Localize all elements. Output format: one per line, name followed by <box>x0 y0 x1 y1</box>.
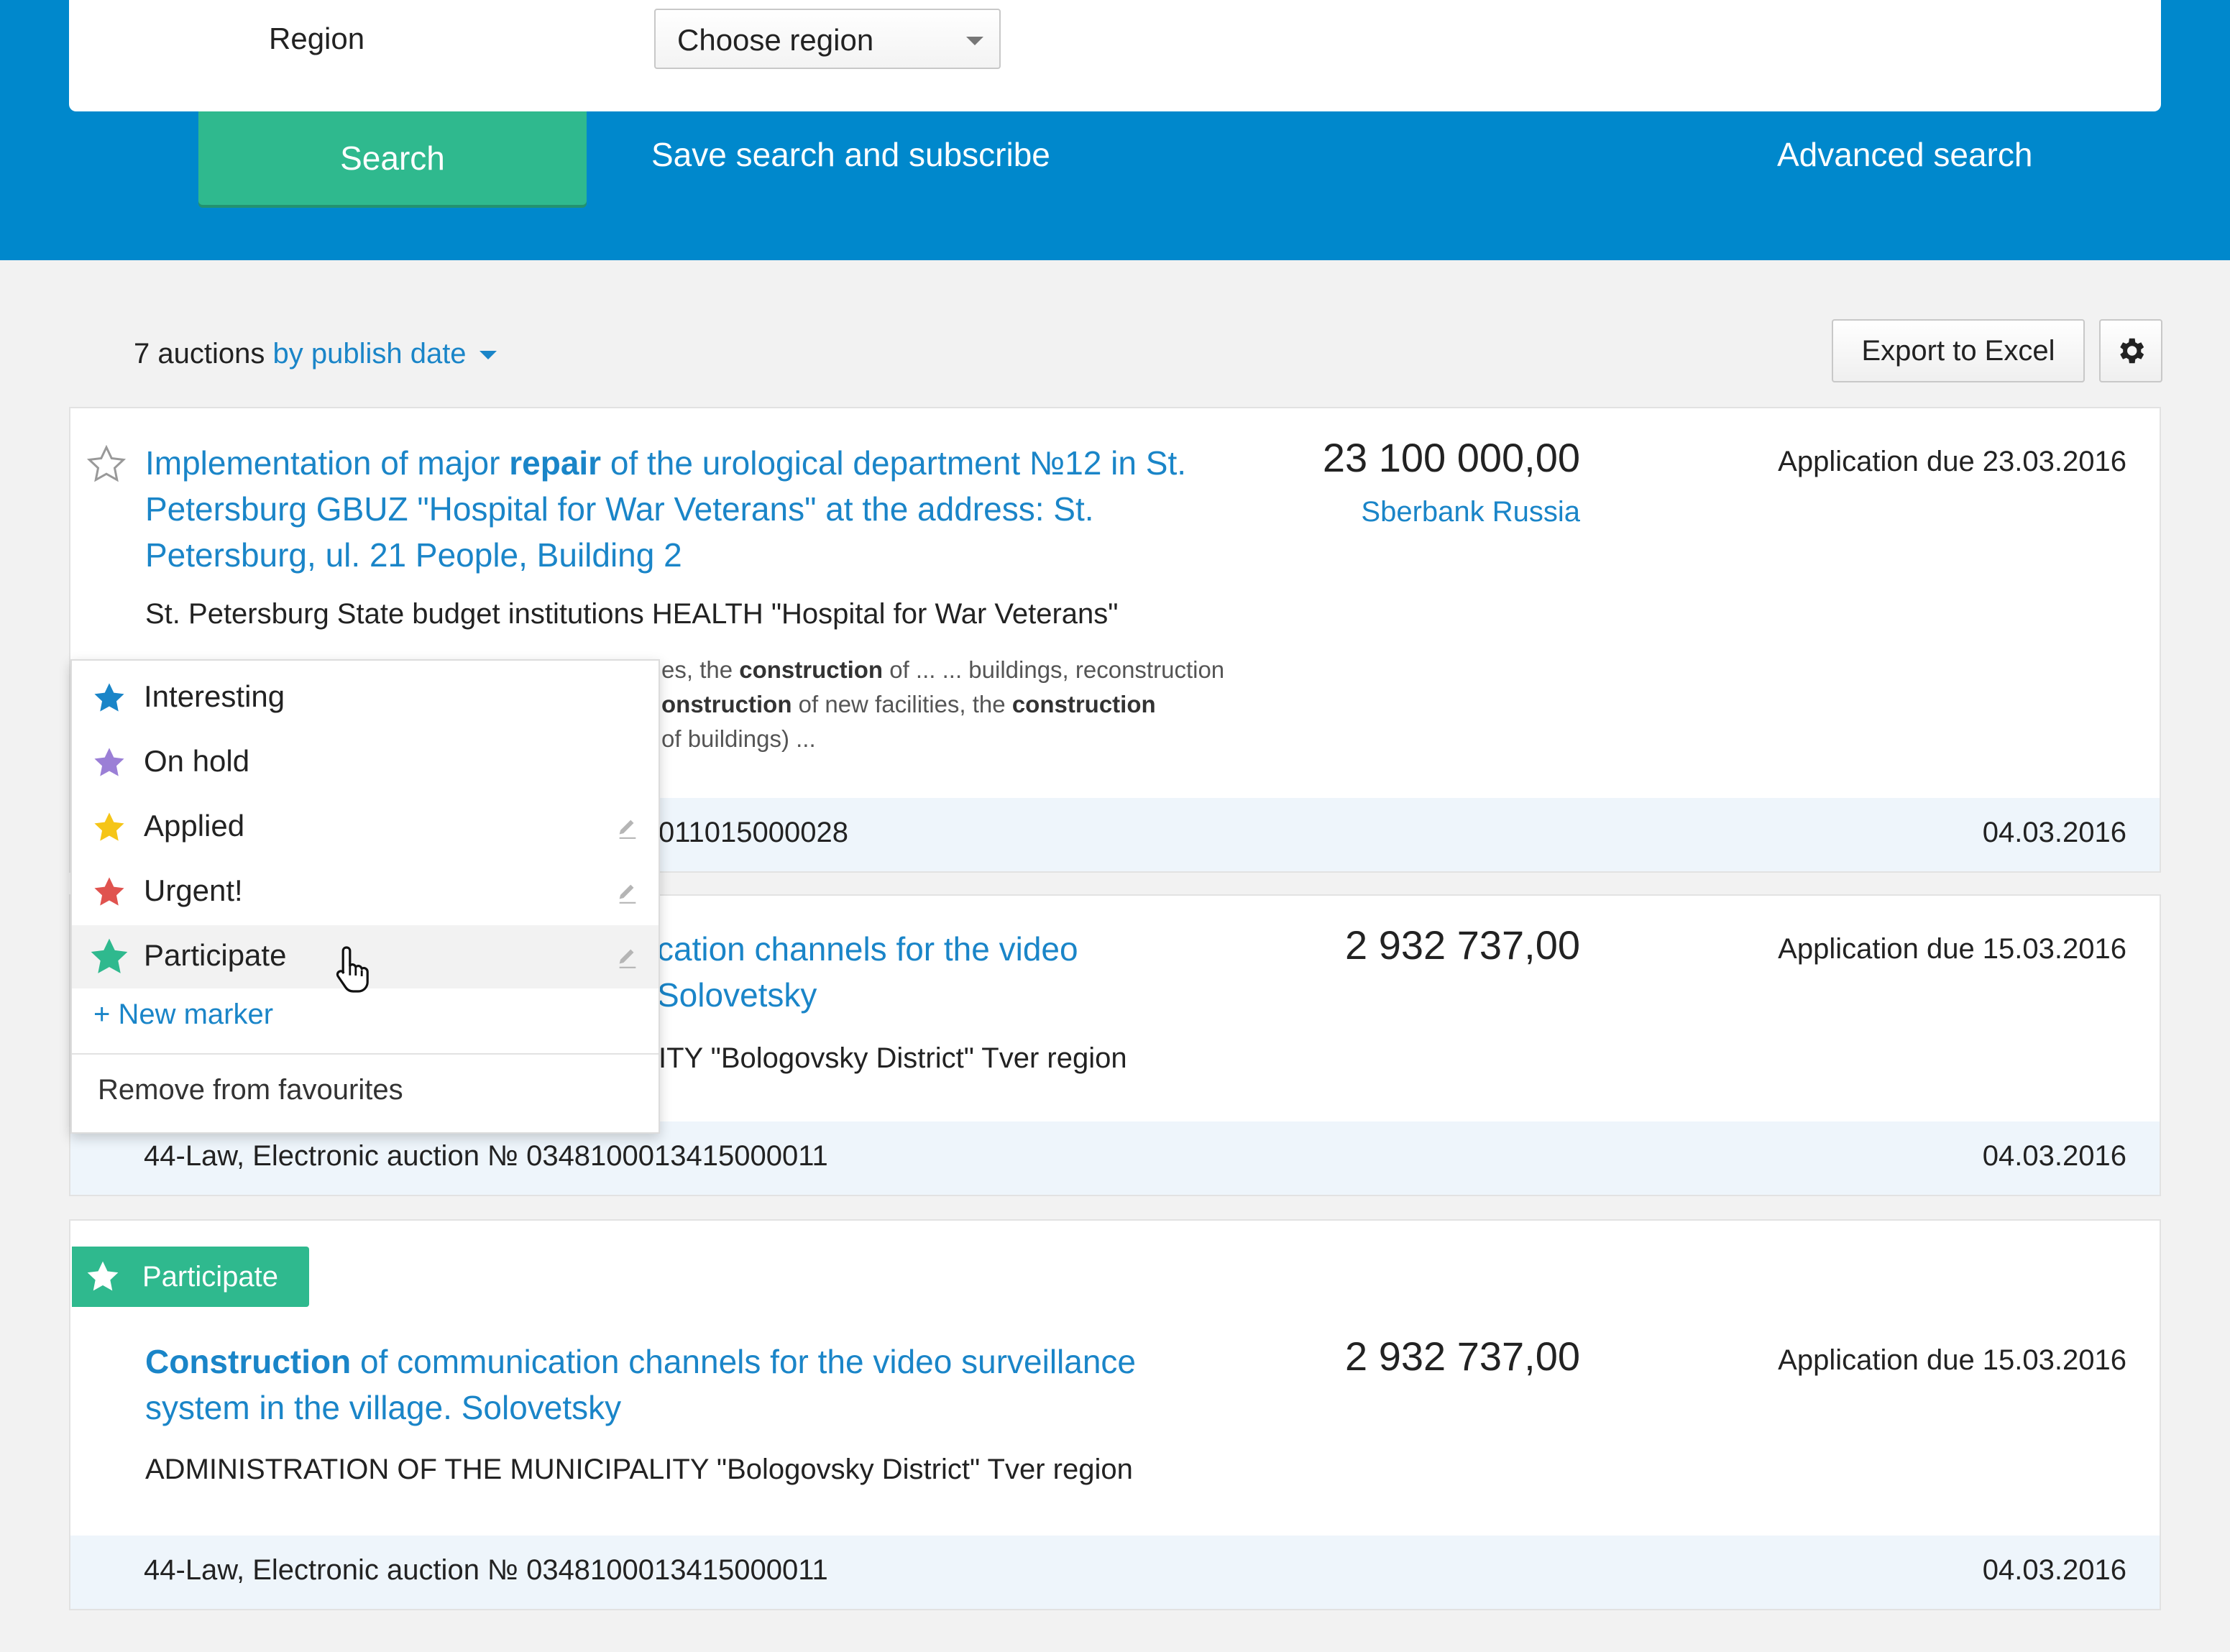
marker-item-interesting[interactable]: Interesting <box>72 666 659 730</box>
star-outline-icon[interactable] <box>85 443 128 486</box>
remove-favourites-item[interactable]: Remove from favourites <box>98 1074 403 1106</box>
customer-name: St. Petersburg State budget institutions… <box>145 598 1119 630</box>
hand-cursor-icon <box>336 946 369 993</box>
star-icon <box>94 748 124 776</box>
filter-card: Region Choose region <box>69 0 2161 111</box>
results-count-bar: 7 auctions by publish date <box>134 338 497 370</box>
auction-price: 2 932 737,00 <box>1345 1334 1580 1379</box>
badge-label: Participate <box>142 1261 278 1293</box>
publish-date: 04.03.2016 <box>1982 1554 2126 1586</box>
chevron-down-icon <box>479 351 497 360</box>
advanced-search-link[interactable]: Advanced search <box>1777 135 2032 174</box>
auction-price: 23 100 000,00 <box>1322 435 1580 480</box>
star-icon <box>91 938 128 973</box>
auction-number: 011015000028 <box>659 817 848 848</box>
auction-title-link[interactable]: Implementation of major repair of the ur… <box>145 440 1367 578</box>
region-label: Region <box>269 22 365 55</box>
pencil-icon[interactable] <box>615 881 640 905</box>
marker-label: On hold <box>144 744 250 778</box>
results-count: 7 auctions <box>134 338 265 370</box>
customer-name: ADMINISTRATION OF THE MUNICIPALITY "Bolo… <box>145 1454 1133 1485</box>
save-search-link[interactable]: Save search and subscribe <box>651 135 1050 174</box>
star-icon <box>94 812 124 841</box>
sort-dropdown[interactable]: by publish date <box>272 338 497 370</box>
marker-item-urgent[interactable]: Urgent! <box>72 861 659 924</box>
marker-item-on-hold[interactable]: On hold <box>72 731 659 794</box>
marker-menu: Interesting On hold Applied Urgent! Part… <box>70 659 660 1134</box>
sort-label: by publish date <box>272 338 467 370</box>
new-marker-link[interactable]: + New marker <box>93 999 273 1031</box>
publish-date: 04.03.2016 <box>1982 817 2126 848</box>
pencil-icon[interactable] <box>615 945 640 970</box>
star-icon <box>94 683 124 712</box>
settings-button[interactable] <box>2099 319 2162 382</box>
marker-item-applied[interactable]: Applied <box>72 796 659 859</box>
gear-icon <box>2120 338 2144 364</box>
search-button[interactable]: Search <box>198 111 587 205</box>
auction-card: Participate Construction of communicatio… <box>69 1219 2161 1610</box>
star-icon <box>87 1261 119 1291</box>
export-excel-button[interactable]: Export to Excel <box>1832 319 2085 382</box>
search-snippet: es, the construction of ... ... building… <box>661 656 1225 752</box>
marker-label: Participate <box>144 938 287 972</box>
auction-number: 44-Law, Electronic auction № 03481000134… <box>144 1554 828 1586</box>
region-select[interactable]: Choose region <box>654 9 1001 69</box>
star-icon <box>94 877 124 906</box>
auction-number: 44-Law, Electronic auction № 03481000134… <box>144 1140 828 1172</box>
application-due: Application due 15.03.2016 <box>1778 1344 2126 1376</box>
participate-badge[interactable]: Participate <box>72 1247 309 1307</box>
marker-label: Urgent! <box>144 873 243 907</box>
chevron-down-icon <box>966 37 983 45</box>
marker-label: Applied <box>144 809 245 843</box>
menu-divider <box>72 1053 659 1055</box>
card-footer: 44-Law, Electronic auction № 03481000134… <box>70 1536 2160 1609</box>
auction-title-link[interactable]: Construction of communication channels f… <box>145 1339 1367 1431</box>
marker-label: Interesting <box>144 679 285 713</box>
pencil-icon[interactable] <box>615 816 640 840</box>
auction-price: 2 932 737,00 <box>1345 922 1580 968</box>
publish-date: 04.03.2016 <box>1982 1140 2126 1172</box>
application-due: Application due 23.03.2016 <box>1778 446 2126 477</box>
auction-title-link[interactable]: cation channels for the video Solovetsky <box>657 926 1376 1018</box>
region-select-value: Choose region <box>677 23 874 57</box>
application-due: Application due 15.03.2016 <box>1778 933 2126 965</box>
bank-link[interactable]: Sberbank Russia <box>1361 496 1580 528</box>
customer-name: ITY "Bologovsky District" Tver region <box>659 1042 1127 1074</box>
